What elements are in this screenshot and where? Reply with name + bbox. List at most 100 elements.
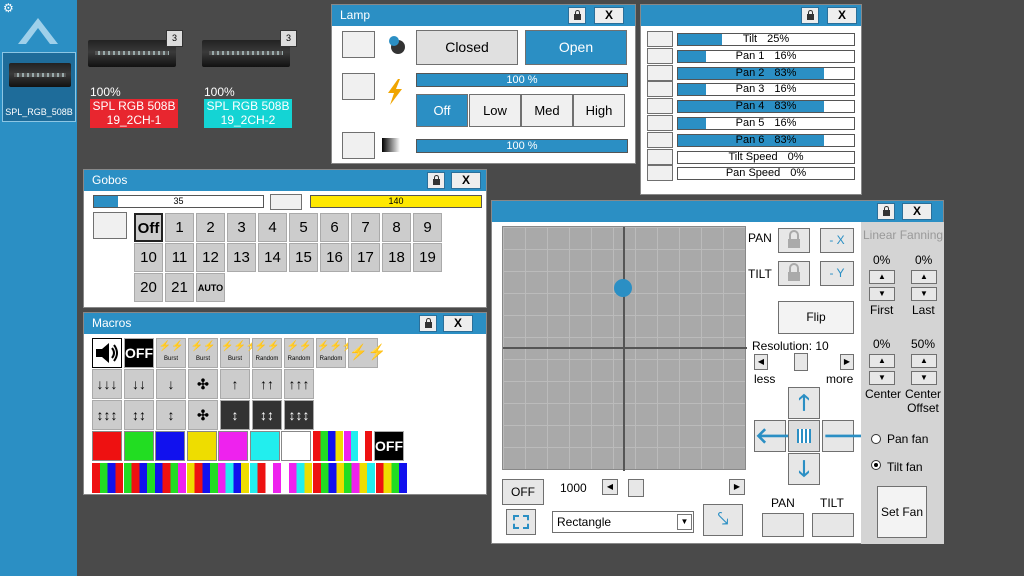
strobe-macro-button[interactable]: ⚡⚡ Burst [156, 338, 186, 368]
gobo-button[interactable]: 15 [289, 243, 318, 272]
slider-bar[interactable]: Pan 4 83% [677, 100, 855, 114]
off-button[interactable]: OFF [502, 479, 544, 505]
direction-macro-icon[interactable]: ↓↓↓ [92, 369, 122, 399]
color-cycle-swatch[interactable] [344, 431, 372, 461]
random-strobe-icon[interactable]: ⚡⚡ [348, 338, 386, 368]
color-swatch[interactable] [218, 431, 248, 461]
arrow-down-icon[interactable]: 🡓 [788, 453, 820, 485]
arrow-up-icon[interactable]: 🡑 [788, 387, 820, 419]
invert-y-button[interactable]: - Y [820, 261, 854, 286]
strobe-macro-button[interactable]: ⚡⚡ Burst [188, 338, 218, 368]
last-down-arrow[interactable]: ▼ [911, 287, 937, 301]
invert-x-button[interactable]: - X [820, 228, 854, 253]
close-button[interactable]: X [594, 7, 624, 24]
slider-bar[interactable]: Pan 1 16% [677, 49, 855, 63]
slider-bar[interactable]: Pan 3 16% [677, 83, 855, 97]
color-chase-swatch[interactable] [344, 463, 375, 493]
strobe-macro-button[interactable]: ⚡⚡ Random [284, 338, 314, 368]
color-swatch[interactable] [123, 431, 154, 461]
lock-icon[interactable] [877, 203, 895, 220]
slider-bar[interactable]: Pan Speed 0% [677, 167, 855, 181]
gobo-button[interactable]: 3 [227, 213, 256, 242]
gobo-button[interactable]: 2 [196, 213, 225, 242]
speed-left-arrow[interactable]: ◀ [602, 479, 618, 495]
slider-toggle-button[interactable] [647, 131, 673, 148]
direction-macro-icon[interactable]: ↑ [220, 369, 250, 399]
pan-value-field[interactable] [762, 513, 804, 537]
bounce-macro-icon[interactable]: ↕ [156, 400, 186, 430]
gobo-off-button[interactable]: Off [134, 213, 163, 242]
center-up-arrow[interactable]: ▲ [869, 354, 895, 368]
gobo-button[interactable]: 7 [351, 213, 380, 242]
gobo-button[interactable]: 6 [320, 213, 349, 242]
gobo-button[interactable]: 10 [134, 243, 163, 272]
speed-med-button[interactable]: Med [521, 94, 573, 127]
color-chase-swatch[interactable] [249, 463, 281, 493]
direction-macro-icon[interactable]: ↑↑ [252, 369, 282, 399]
gobo-button[interactable]: 1 [165, 213, 194, 242]
slider-toggle-button[interactable] [647, 64, 673, 81]
slider-bar[interactable]: Tilt Speed 0% [677, 150, 855, 164]
color-chase-swatch[interactable] [281, 463, 312, 493]
open-button[interactable]: Open [525, 30, 627, 65]
close-button[interactable]: X [451, 172, 481, 189]
sidebar-fixture-item[interactable]: SPL_RGB_508B [2, 52, 76, 122]
tilt-fan-radio[interactable] [871, 460, 881, 470]
slider-toggle-button[interactable] [647, 115, 673, 131]
pan-lock-button[interactable] [778, 228, 810, 253]
gobo-button[interactable]: 19 [413, 243, 442, 272]
gobo-speed-bar[interactable]: 35 [93, 195, 264, 208]
offset-up-arrow[interactable]: ▲ [911, 354, 937, 368]
arrow-left-icon[interactable]: 🡐 [754, 420, 814, 452]
color-off-button[interactable]: OFF [374, 431, 404, 461]
position-cursor[interactable] [614, 279, 632, 297]
gobo-select-toggle[interactable] [93, 212, 127, 239]
lock-icon[interactable] [801, 7, 819, 24]
bounce-macro-icon[interactable]: ↕↕ [252, 400, 282, 430]
speed-low-button[interactable]: Low [469, 94, 521, 127]
lamp-shutter-toggle[interactable] [342, 31, 375, 58]
resolution-right-arrow[interactable]: ▶ [840, 354, 854, 370]
strobe-macro-button[interactable]: ⚡⚡⚡ Burst [220, 338, 258, 368]
lamp-strobe-toggle[interactable] [342, 73, 375, 100]
color-swatch[interactable] [155, 431, 185, 461]
direction-macro-icon[interactable]: ↑↑↑ [284, 369, 314, 399]
closed-button[interactable]: Closed [416, 30, 518, 65]
gobo-button[interactable]: 18 [382, 243, 411, 272]
gobo-button[interactable]: 5 [289, 213, 318, 242]
bounce-macro-icon[interactable]: ↕↕ [124, 400, 154, 430]
color-cycle-swatch[interactable] [313, 431, 343, 461]
color-swatch[interactable] [281, 431, 311, 461]
slider-bar[interactable]: Pan 5 16% [677, 117, 855, 130]
strobe-macro-button[interactable]: ⚡⚡⚡ Random [316, 338, 354, 368]
gobo-button[interactable]: 21 [165, 273, 194, 302]
lamp-dimmer-toggle[interactable] [342, 132, 375, 159]
slider-toggle-button[interactable] [647, 47, 673, 64]
select-rect-icon[interactable] [506, 509, 536, 535]
strobe-off-button[interactable]: OFF [124, 338, 154, 368]
slider-bar[interactable]: Tilt 25% [677, 33, 855, 46]
slider-bar[interactable]: Pan 6 83% [677, 133, 855, 147]
speed-off-button[interactable]: Off [416, 94, 468, 127]
gobo-auto-button[interactable]: AUTO [196, 273, 225, 302]
gobo-button[interactable]: 9 [413, 213, 442, 242]
gobo-button[interactable]: 13 [227, 243, 256, 272]
color-chase-swatch[interactable] [186, 463, 218, 493]
speed-right-arrow[interactable]: ▶ [729, 479, 745, 495]
close-button[interactable]: X [443, 315, 473, 332]
color-chase-swatch[interactable] [155, 463, 186, 493]
bounce-macro-icon[interactable]: ↕ [220, 400, 250, 430]
bounce-macro-icon[interactable]: ↕↕↕ [92, 400, 122, 430]
resolution-slider-thumb[interactable] [794, 353, 808, 371]
gobo-button[interactable]: 14 [258, 243, 287, 272]
gobo-center-button[interactable] [270, 194, 302, 210]
first-up-arrow[interactable]: ▲ [869, 270, 895, 284]
center-down-arrow[interactable]: ▼ [869, 371, 895, 385]
pan-fan-radio[interactable] [871, 434, 881, 444]
color-swatch[interactable] [92, 431, 122, 461]
slider-toggle-button[interactable] [647, 98, 673, 115]
gobo-rotation-bar[interactable]: 140 [310, 195, 482, 208]
direction-macro-icon[interactable]: ↓ [156, 369, 186, 399]
lock-icon[interactable] [568, 7, 586, 24]
slider-toggle-button[interactable] [647, 165, 673, 182]
